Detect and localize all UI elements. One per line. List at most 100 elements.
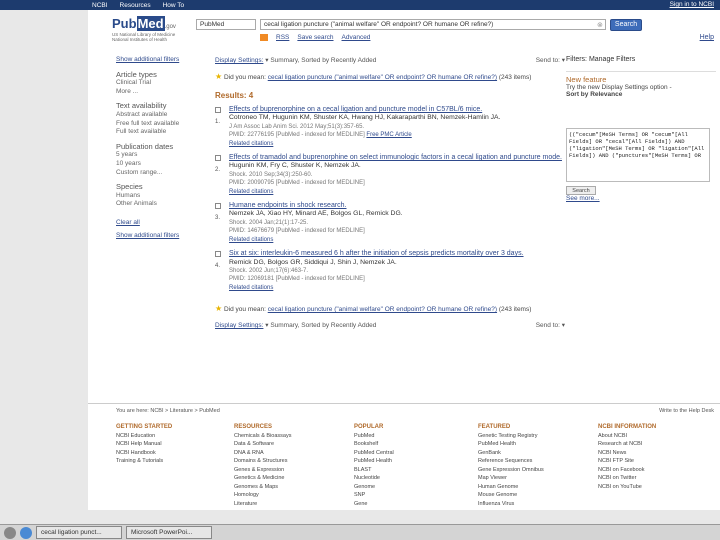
sort-relevance-link[interactable]: Sort by Relevance [566, 91, 716, 98]
advanced-link[interactable]: Advanced [342, 34, 371, 41]
howto-menu[interactable]: How To [163, 2, 185, 9]
send-to-menu[interactable]: Send to: ▾ [536, 56, 565, 64]
filter-full-text[interactable]: Full text available [116, 128, 196, 137]
related-citations-link[interactable]: Related citations [229, 188, 565, 196]
footer-link[interactable]: NCBI Handbook [116, 449, 172, 458]
filter-custom-range[interactable]: Custom range... [116, 169, 196, 178]
footer-link[interactable]: NCBI on Facebook [598, 466, 656, 475]
footer-link[interactable]: GenBank [478, 449, 544, 458]
filter-free-text[interactable]: Free full text available [116, 120, 196, 129]
footer-link[interactable]: Domains & Structures [234, 457, 291, 466]
result-checkbox[interactable] [215, 203, 221, 210]
footer-link[interactable]: Genetics & Medicine [234, 474, 291, 483]
chevron-down-icon[interactable]: ▾ [265, 322, 268, 329]
footer-link[interactable]: Bookshelf [354, 440, 394, 449]
filter-abstract[interactable]: Abstract available [116, 111, 196, 120]
footer-link[interactable]: SNP [354, 491, 394, 500]
result-title[interactable]: Effects of tramadol and buprenorphine on… [229, 154, 565, 162]
filter-heading: Article types [116, 69, 157, 79]
search-button[interactable]: Search [610, 19, 642, 31]
footer-link[interactable]: Human Genome [478, 483, 544, 492]
footer-link[interactable]: Homology [234, 491, 291, 500]
clear-all-link[interactable]: Clear all [116, 219, 140, 226]
footer-link[interactable]: Map Viewer [478, 474, 544, 483]
footer-link[interactable]: NCBI on YouTube [598, 483, 656, 492]
footer-link[interactable]: Data & Software [234, 440, 291, 449]
taskbar-item-browser[interactable]: cecal ligation punct... [36, 526, 122, 539]
filter-more[interactable]: More ... [116, 88, 196, 97]
free-pmc-link[interactable]: Free PMC Article [366, 132, 411, 138]
footer-link[interactable]: About NCBI [598, 432, 656, 441]
database-select[interactable]: PubMed [196, 19, 256, 30]
result-checkbox[interactable] [215, 251, 221, 258]
clear-icon[interactable]: ⊗ [597, 21, 603, 29]
footer-link[interactable]: BLAST [354, 466, 394, 475]
footer-link[interactable]: NCBI News [598, 449, 656, 458]
footer-link[interactable]: Genomes & Maps [234, 483, 291, 492]
display-settings-link[interactable]: Display Settings: [215, 57, 263, 64]
result-title[interactable]: Humane endpoints in shock research. [229, 202, 565, 210]
result-title[interactable]: Effects of buprenorphine on a cecal liga… [229, 106, 565, 114]
manage-filters-link[interactable]: Filters: Manage Filters [566, 56, 716, 63]
show-filters-link-2[interactable]: Show additional filters [116, 232, 179, 239]
start-icon[interactable] [4, 526, 16, 539]
footer-link[interactable]: PubMed [354, 432, 394, 441]
related-citations-link[interactable]: Related citations [229, 284, 565, 292]
filter-clinical-trial[interactable]: Clinical Trial [116, 79, 196, 88]
footer-link[interactable]: Chemicals & Bioassays [234, 432, 291, 441]
help-desk-link[interactable]: Write to the Help Desk [659, 408, 714, 414]
ie-icon[interactable] [20, 526, 32, 539]
footer-link[interactable]: NCBI Education [116, 432, 172, 441]
result-checkbox[interactable] [215, 107, 221, 113]
did-you-mean-link[interactable]: cecal ligation puncture ("animal welfare… [268, 74, 497, 81]
footer-link[interactable]: Gene Expression Omnibus [478, 466, 544, 475]
footer-link[interactable]: Reference Sequences [478, 457, 544, 466]
footer-link[interactable]: NCBI Help Manual [116, 440, 172, 449]
result-checkbox[interactable] [215, 155, 221, 162]
ncbi-link[interactable]: NCBI [92, 2, 108, 9]
footer-link[interactable]: PubMed Health [354, 457, 394, 466]
footer-link[interactable]: Influenza Virus [478, 500, 544, 509]
footer-link[interactable]: Nucleotide [354, 474, 394, 483]
footer-link[interactable]: Research at NCBI [598, 440, 656, 449]
result-pmid: PMID: 22776195 [PubMed - indexed for MED… [229, 132, 412, 139]
save-search-link[interactable]: Save search [297, 34, 333, 41]
footer-link[interactable]: Gene [354, 500, 394, 509]
search-details-box[interactable]: (("cecum"[MeSH Terms] OR "cecum"[All Fie… [566, 128, 710, 182]
result-authors: Hugunin KM, Fry C, Shuster K, Nemzek JA. [229, 162, 361, 170]
pubmed-logo[interactable]: PubMed.gov [112, 16, 176, 31]
footer-link[interactable]: Mouse Genome [478, 491, 544, 500]
footer-link[interactable]: PubMed Health [478, 440, 544, 449]
filter-5-years[interactable]: 5 years [116, 151, 196, 160]
footer-link[interactable]: Genes & Expression [234, 466, 291, 475]
filter-10-years[interactable]: 10 years [116, 160, 196, 169]
footer-link[interactable]: NCBI on Twitter [598, 474, 656, 483]
footer-link[interactable]: Genome [354, 483, 394, 492]
see-more-link[interactable]: See more... [566, 195, 600, 202]
footer-link[interactable]: Genetic Testing Registry [478, 432, 544, 441]
rss-icon[interactable] [260, 34, 268, 41]
rss-link[interactable]: RSS [276, 34, 289, 41]
resources-menu[interactable]: Resources [120, 2, 151, 9]
chevron-down-icon[interactable]: ▾ [265, 57, 268, 64]
footer-link[interactable]: Training & Tutorials [116, 457, 172, 466]
footer-link[interactable]: PubMed Central [354, 449, 394, 458]
display-settings-link[interactable]: Display Settings: [215, 322, 263, 329]
related-citations-link[interactable]: Related citations [229, 140, 565, 148]
show-filters-link[interactable]: Show additional filters [116, 56, 179, 63]
footer-link[interactable]: DNA & RNA [234, 449, 291, 458]
search-input[interactable]: cecal ligation puncture ("animal welfare… [260, 19, 606, 30]
footer-link[interactable]: NCBI FTP Site [598, 457, 656, 466]
footer-link[interactable]: Literature [234, 500, 291, 509]
result-title[interactable]: Six at six: interleukin-6 measured 6 h a… [229, 250, 565, 258]
send-to-menu[interactable]: Send to: ▾ [536, 321, 565, 329]
taskbar-item-powerpoint[interactable]: Microsoft PowerPoi... [126, 526, 212, 539]
filter-humans[interactable]: Humans [116, 192, 196, 201]
filter-other-animals[interactable]: Other Animals [116, 200, 196, 209]
filter-heading: Species [116, 182, 143, 192]
related-citations-link[interactable]: Related citations [229, 236, 565, 244]
signin-link[interactable]: Sign in to NCBI [670, 1, 714, 8]
did-you-mean-link[interactable]: cecal ligation puncture ("animal welfare… [268, 306, 497, 313]
details-search-button[interactable]: Search [566, 186, 596, 195]
help-link[interactable]: Help [700, 34, 714, 41]
